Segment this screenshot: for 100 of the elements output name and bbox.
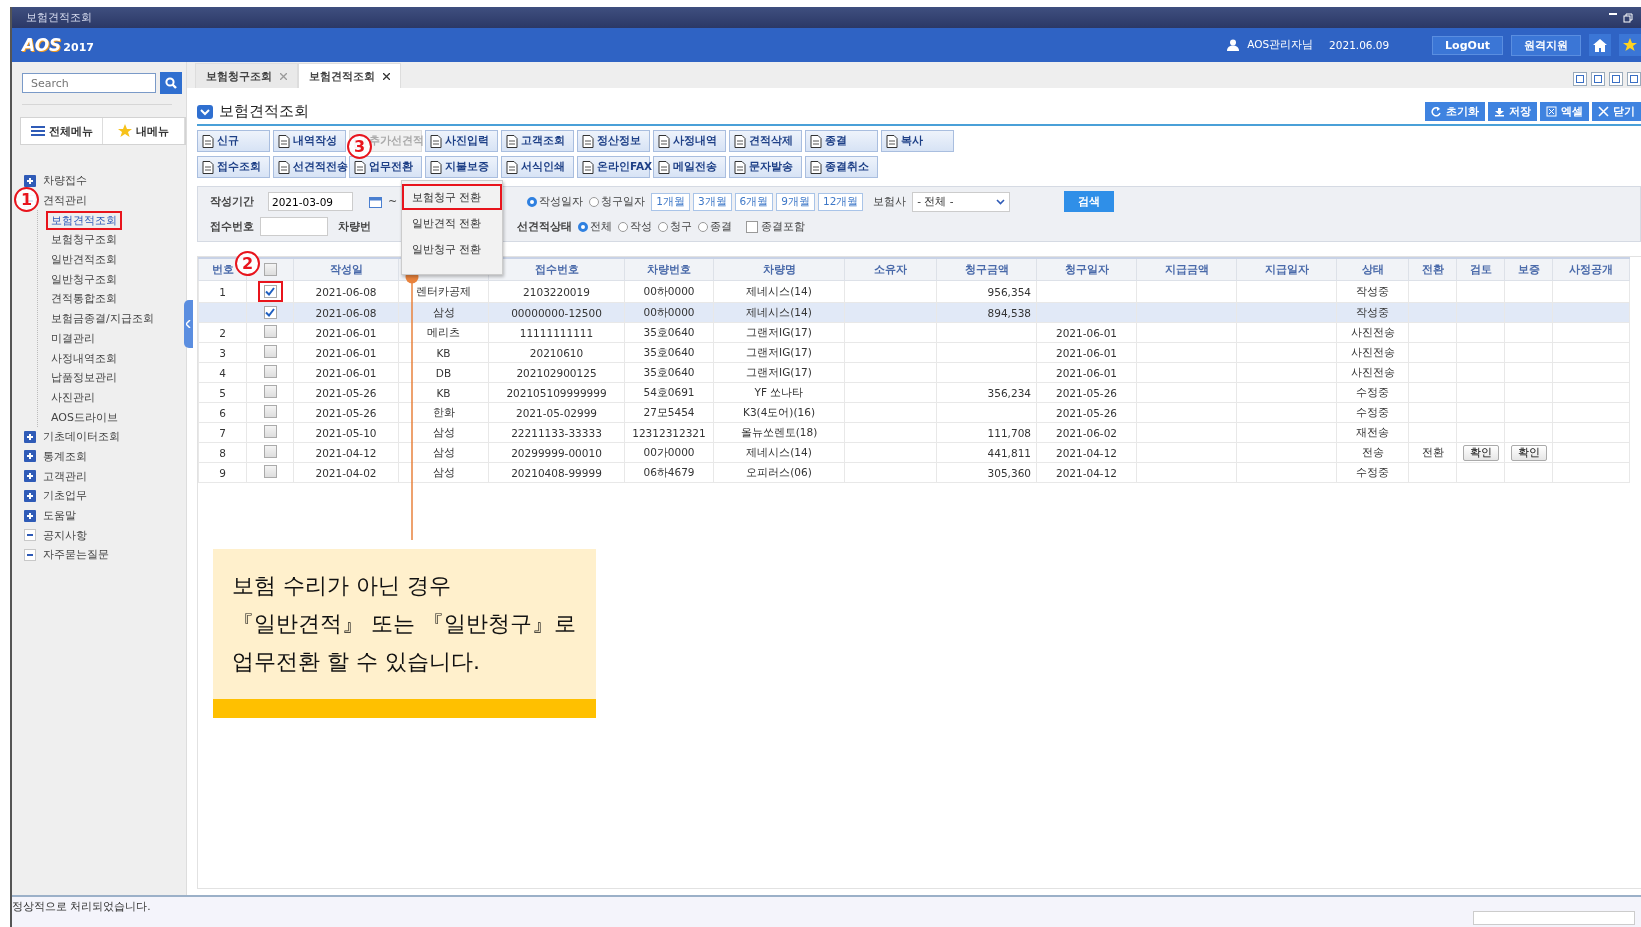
toolbar-button[interactable]: 서식인쇄 (501, 156, 574, 178)
toolbar-button[interactable]: 정산정보 (577, 130, 650, 152)
toolbar-button[interactable]: 지불보증 (425, 156, 498, 178)
tab[interactable]: 보험청구조회 (195, 63, 298, 88)
date-field[interactable]: 2021-03-09 (268, 192, 353, 211)
table-cell: 2021-06-01 (315, 346, 377, 359)
tree-subitem[interactable]: 보험금종결/지급조회 (46, 309, 159, 329)
confirm-button[interactable]: 확인 (1510, 444, 1547, 461)
tree-item[interactable]: 기초업무 (43, 488, 87, 504)
checkbox[interactable] (263, 365, 277, 378)
checkbox[interactable] (263, 325, 277, 338)
toolbar-button[interactable]: 복사 (881, 130, 954, 152)
tab-label[interactable]: 보험청구조회 (206, 68, 272, 84)
checkbox[interactable] (263, 385, 277, 398)
tree-subitem[interactable]: 납품정보관리 (46, 368, 122, 388)
confirm-button[interactable]: 확인 (1462, 444, 1499, 461)
tree-subitem[interactable]: 견적통합조회 (46, 289, 122, 309)
tree-subitem[interactable]: 일반견적조회 (46, 250, 122, 270)
toolbar-button[interactable]: 선견적전송 (273, 156, 346, 178)
tree-subitem[interactable]: 일반청구조회 (46, 269, 122, 289)
include-closed-checkbox[interactable]: 종결포함 (746, 219, 805, 234)
action-button[interactable]: 저장 (1488, 102, 1537, 121)
table-cell: 제네시스(14) (746, 445, 812, 458)
period-button[interactable]: 6개월 (734, 192, 774, 211)
table-cell: 6 (219, 406, 226, 419)
tree-item[interactable]: 기초데이터조회 (43, 429, 120, 445)
column-header: 번호 (211, 263, 234, 276)
checkbox[interactable] (263, 285, 277, 298)
toolbar-button[interactable]: 사진입력 (425, 130, 498, 152)
table-cell: 2021-05-26 (1056, 406, 1117, 419)
search-button[interactable] (160, 72, 182, 94)
menu-item[interactable]: 일반견적 전환 (402, 210, 502, 236)
toolbar-button[interactable]: 견적삭제 (729, 130, 802, 152)
tab-label[interactable]: 보험견적조회 (309, 68, 375, 84)
table-cell: 2021-06-01 (315, 326, 377, 339)
window-title: 보험견적조회 (26, 10, 92, 25)
table-cell: 2021-06-02 (1056, 426, 1117, 439)
radio-option[interactable]: 청구 (658, 219, 692, 234)
radio-option[interactable]: 전체 (578, 219, 612, 234)
search-field[interactable]: Search (22, 73, 156, 93)
toolbar-button[interactable]: 접수조회 (197, 156, 270, 178)
insurer-select[interactable]: - 전체 - (912, 191, 1011, 212)
period-button[interactable]: 9개월 (776, 192, 815, 211)
checkbox[interactable] (263, 306, 277, 319)
tree-item[interactable]: 통계조회 (43, 448, 87, 464)
tab[interactable]: 보험견적조회 (298, 63, 401, 88)
tree-subitem[interactable]: 사진관리 (46, 387, 100, 407)
radio-option[interactable]: 작성 (618, 219, 652, 234)
tree-subitem[interactable]: 미결관리 (46, 328, 100, 348)
user-icon (1227, 39, 1240, 51)
tree-subitem[interactable]: AOS드라이브 (46, 407, 123, 427)
period-button[interactable]: 12개월 (817, 192, 864, 211)
toolbar-button[interactable]: 사정내역 (653, 130, 726, 152)
period-button[interactable]: 1개월 (651, 192, 690, 211)
restore-icon (1623, 12, 1633, 23)
tree-item[interactable]: 자주묻는질문 (43, 547, 109, 563)
action-button[interactable]: 엑셀 (1540, 102, 1589, 121)
radio-option[interactable]: 청구일자 (589, 194, 646, 209)
checkbox[interactable] (263, 263, 277, 277)
toolbar-button[interactable]: 메일전송 (653, 156, 726, 178)
table-cell: 한화 (432, 405, 455, 418)
table-cell: 그랜저IG(17) (746, 345, 812, 358)
toolbar-button[interactable]: 고객조회 (501, 130, 574, 152)
favorite-button[interactable] (1619, 34, 1641, 56)
collapse-handle[interactable] (184, 300, 193, 348)
toolbar-button[interactable]: 종결 (805, 130, 878, 152)
home-button[interactable] (1589, 34, 1611, 56)
action-button[interactable]: 닫기 (1592, 102, 1641, 121)
tree-item[interactable]: 공지사항 (43, 527, 87, 543)
checkbox[interactable] (263, 405, 277, 418)
list-icon (30, 125, 45, 137)
receipt-field[interactable] (260, 217, 328, 236)
radio-option[interactable]: 작성일자 (527, 194, 584, 209)
tree-subitem[interactable]: 보험견적조회 (46, 210, 122, 230)
toolbar-button[interactable]: 종결취소 (805, 156, 878, 178)
toolbar-button[interactable]: 내역작성 (273, 130, 346, 152)
checkbox[interactable] (263, 465, 277, 478)
column-header: 지급일자 (1264, 263, 1309, 276)
action-button[interactable]: 초기화 (1425, 102, 1485, 121)
header-button[interactable]: 원격지원 (1511, 34, 1581, 56)
checkbox[interactable] (263, 345, 277, 358)
tree-item[interactable]: 도움말 (43, 508, 76, 524)
checkbox[interactable] (263, 425, 277, 438)
toolbar-button[interactable]: 신규 (197, 130, 270, 152)
menu-item[interactable]: 일반청구 전환 (402, 236, 502, 262)
checkbox[interactable] (263, 445, 277, 458)
tree-item[interactable]: 견적관리 (43, 193, 87, 209)
toolbar-button[interactable]: 문자발송 (729, 156, 802, 178)
column-header: 보증 (1517, 263, 1540, 276)
tree-subitem[interactable]: 사정내역조회 (46, 348, 122, 368)
tree-item[interactable]: 차량접수 (43, 173, 87, 189)
menu-item[interactable]: 보험청구 전환 (402, 184, 502, 210)
toolbar-button[interactable]: 온라인FAX (577, 156, 650, 178)
table-cell: DB (435, 366, 452, 379)
tree-subitem[interactable]: 보험청구조회 (46, 230, 122, 250)
header-button[interactable]: LogOut (1432, 35, 1503, 55)
toolbar-button[interactable]: 업무전환 (349, 156, 422, 178)
period-button[interactable]: 3개월 (692, 192, 732, 211)
tree-item[interactable]: 고객관리 (43, 468, 87, 484)
radio-option[interactable]: 종결 (698, 219, 732, 234)
